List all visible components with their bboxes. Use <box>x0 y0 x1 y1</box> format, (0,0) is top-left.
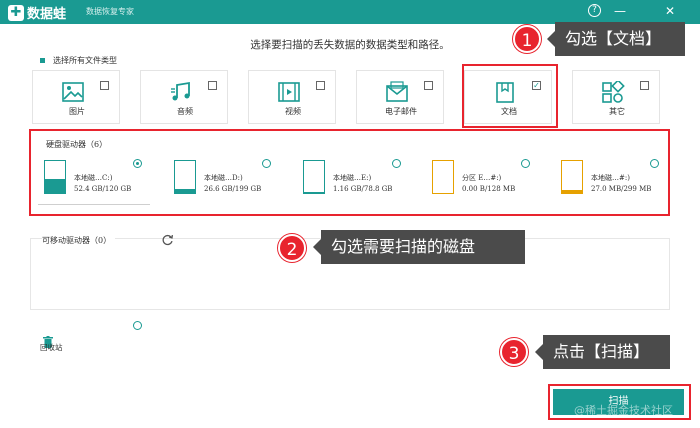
checkbox[interactable] <box>208 81 217 90</box>
file-type-label: 电子邮件 <box>385 107 417 116</box>
file-type-audio[interactable]: 音频 <box>140 70 228 124</box>
highlight-scan <box>548 384 691 420</box>
step-2-callout: 勾选需要扫描的磁盘 <box>313 230 525 264</box>
file-type-other[interactable]: 其它 <box>572 70 660 124</box>
app-subtitle: 数据恢复专家 <box>86 7 134 16</box>
app-name: 数据蛙 <box>27 7 67 22</box>
minimize-icon[interactable]: — <box>612 3 628 19</box>
file-type-label: 其它 <box>609 107 625 116</box>
recycle-radio[interactable] <box>133 321 142 330</box>
file-type-video[interactable]: 视频 <box>248 70 336 124</box>
step-3-callout: 点击【扫描】 <box>535 335 670 369</box>
step-1-callout: 勾选【文档】 <box>547 22 685 56</box>
refresh-icon[interactable] <box>161 233 174 246</box>
recycle-label: 回收站 <box>40 343 63 352</box>
video-icon <box>278 82 300 102</box>
file-type-label: 音频 <box>177 107 193 116</box>
other-icon <box>602 81 625 103</box>
logo-icon: ✚ <box>8 4 24 21</box>
file-type-image[interactable]: 图片 <box>32 70 120 124</box>
file-type-email[interactable]: 电子邮件 <box>356 70 444 124</box>
file-type-label: 视频 <box>285 107 301 116</box>
step-1-badge: 1 <box>513 25 541 53</box>
checkbox-icon <box>40 58 45 63</box>
checkbox[interactable] <box>424 81 433 90</box>
removable-header: 可移动驱动器（0） <box>42 235 116 246</box>
help-icon[interactable]: ? <box>588 4 601 17</box>
image-icon <box>62 82 84 102</box>
step-2-badge: 2 <box>278 234 306 262</box>
highlight-document <box>462 64 558 128</box>
music-icon <box>171 81 190 101</box>
step-3-badge: 3 <box>500 338 528 366</box>
select-all-checkbox[interactable]: 选择所有文件类型 <box>40 55 117 66</box>
select-all-label: 选择所有文件类型 <box>53 56 117 65</box>
app-window: ✚ 数据蛙 数据恢复专家 ? — ✕ 选择要扫描的丢失数据的数据类型和路径。 选… <box>0 0 700 428</box>
checkbox[interactable] <box>100 81 109 90</box>
title-bar: ✚ 数据蛙 数据恢复专家 ? — ✕ <box>0 0 700 24</box>
highlight-drives <box>29 129 670 216</box>
file-type-label: 图片 <box>69 107 85 116</box>
checkbox[interactable] <box>316 81 325 90</box>
app-logo: ✚ 数据蛙 <box>8 3 66 22</box>
email-icon <box>386 81 408 102</box>
close-icon[interactable]: ✕ <box>662 3 678 19</box>
checkbox[interactable] <box>640 81 649 90</box>
